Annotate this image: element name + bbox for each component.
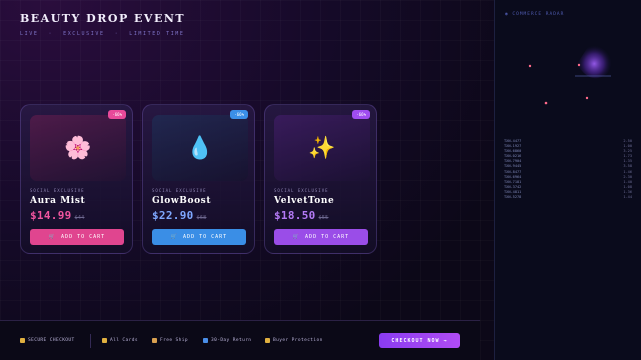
subtitle-sep: · bbox=[48, 31, 54, 37]
subtitle-sep: · bbox=[114, 31, 120, 37]
subtitle-limited: LIMITED TIME bbox=[129, 31, 185, 37]
badge-label: Buyer Protection bbox=[273, 338, 323, 343]
product-image: 🌸 bbox=[30, 115, 126, 181]
add-to-cart-label: ADD TO CART bbox=[183, 234, 228, 240]
cart-icon: 🛒 bbox=[170, 234, 179, 240]
radar-blip bbox=[585, 96, 589, 100]
add-to-cart-button[interactable]: 🛒 ADD TO CART bbox=[30, 229, 124, 245]
add-to-cart-button[interactable]: 🛒 ADD TO CART bbox=[152, 229, 246, 245]
product-name: GlowBoost bbox=[152, 196, 212, 206]
add-to-cart-label: ADD TO CART bbox=[305, 234, 350, 240]
product-tag: SOCIAL EXCLUSIVE bbox=[274, 188, 329, 193]
badge-free-ship: Free Ship bbox=[152, 338, 188, 343]
product-card[interactable]: ✨ -66% SOCIAL EXCLUSIVE VelvetTone $18.5… bbox=[264, 104, 377, 254]
page-subtitle: LIVE · EXCLUSIVE · LIMITED TIME bbox=[20, 31, 185, 37]
return-icon bbox=[203, 338, 208, 343]
lock-icon bbox=[20, 338, 25, 343]
transaction-row: TXN-5278 1.44 bbox=[504, 195, 632, 200]
add-to-cart-label: ADD TO CART bbox=[61, 234, 106, 240]
product-image: ✨ bbox=[274, 115, 370, 181]
discount-badge: -66% bbox=[230, 110, 248, 119]
old-price: $55 bbox=[318, 215, 329, 221]
lock-icon bbox=[265, 338, 270, 343]
product-tag: SOCIAL EXCLUSIVE bbox=[152, 188, 207, 193]
radar-sweep bbox=[577, 42, 612, 79]
page-header: BEAUTY DROP EVENT LIVE · EXCLUSIVE · LIM… bbox=[20, 12, 185, 37]
product-tag: SOCIAL EXCLUSIVE bbox=[30, 188, 85, 193]
radar-display bbox=[528, 42, 612, 105]
badge-label: All Cards bbox=[110, 338, 138, 343]
cart-icon: 🛒 bbox=[292, 234, 301, 240]
product-price-row: $18.50 $55 bbox=[274, 209, 328, 222]
old-price: $44 bbox=[74, 215, 85, 221]
badge-label: 30-Day Return bbox=[211, 338, 252, 343]
transaction-value: 1.44 bbox=[623, 195, 632, 200]
cherry-blossom-icon: 🌸 bbox=[64, 135, 92, 161]
product-price: $18.50 bbox=[274, 209, 316, 222]
sparkles-icon: ✨ bbox=[308, 135, 336, 161]
badge-label: Free Ship bbox=[160, 338, 188, 343]
product-price: $14.99 bbox=[30, 209, 72, 222]
badge-all-cards: All Cards bbox=[102, 338, 138, 343]
product-price-row: $14.99 $44 bbox=[30, 209, 84, 222]
footer-divider bbox=[90, 334, 91, 348]
product-card[interactable]: 🌸 -66% SOCIAL EXCLUSIVE Aura Mist $14.99… bbox=[20, 104, 133, 254]
badge-buyer-protection: Buyer Protection bbox=[265, 338, 323, 343]
checkout-now-button[interactable]: CHECKOUT NOW → bbox=[379, 333, 460, 348]
radar-blip bbox=[528, 64, 532, 68]
radar-blip bbox=[544, 101, 548, 105]
product-price: $22.90 bbox=[152, 209, 194, 222]
subtitle-live: LIVE bbox=[20, 31, 39, 37]
secure-checkout-label: SECURE CHECKOUT bbox=[28, 338, 75, 343]
box-icon bbox=[152, 338, 157, 343]
product-name: Aura Mist bbox=[30, 196, 86, 206]
discount-badge: -66% bbox=[108, 110, 126, 119]
commerce-radar-panel: ◉ COMMERCE RADAR TXN-4477 2.50 TXN-1927 1.0… bbox=[494, 0, 641, 360]
transaction-list: TXN-4477 2.50 TXN-1927 1.00 TXN-6860 3.25 TXN-… bbox=[504, 139, 632, 200]
cart-icon: 🛒 bbox=[48, 234, 57, 240]
product-price-row: $22.90 $68 bbox=[152, 209, 206, 222]
card-icon bbox=[102, 338, 107, 343]
badge-return: 30-Day Return bbox=[203, 338, 251, 343]
secure-checkout: SECURE CHECKOUT bbox=[20, 338, 75, 343]
droplet-icon: 💧 bbox=[186, 135, 214, 161]
product-image: 💧 bbox=[152, 115, 248, 181]
old-price: $68 bbox=[196, 215, 207, 221]
transaction-id: TXN-5278 bbox=[504, 195, 522, 200]
radar-blip bbox=[577, 63, 581, 67]
product-card[interactable]: 💧 -66% SOCIAL EXCLUSIVE GlowBoost $22.90… bbox=[142, 104, 255, 254]
add-to-cart-button[interactable]: 🛒 ADD TO CART bbox=[274, 229, 368, 245]
discount-badge: -66% bbox=[352, 110, 370, 119]
product-name: VelvetTone bbox=[274, 196, 335, 206]
page-title: BEAUTY DROP EVENT bbox=[20, 12, 186, 25]
subtitle-exclusive: EXCLUSIVE bbox=[63, 31, 105, 37]
